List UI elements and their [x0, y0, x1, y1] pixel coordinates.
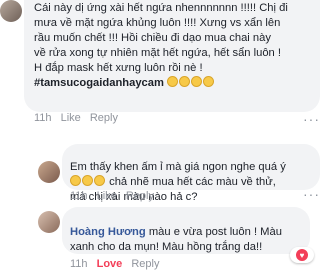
scared-emoji-icon — [94, 175, 105, 186]
comment-text: Hoàng Hương màu e vừa post luôn ! Màu xa… — [70, 225, 306, 255]
timestamp[interactable]: 11h — [70, 258, 88, 270]
comment-line: về rửa xong tự nhiên mặt hết ngứa, hết s… — [34, 47, 281, 59]
reply-button[interactable]: Reply — [131, 258, 159, 270]
like-button[interactable]: Like — [61, 112, 81, 124]
comment-text: Cái này dị ứng xài hết ngứa nhennnnnnn !… — [34, 1, 316, 91]
hashtag-line: #tamsucogaidanhaycam — [34, 76, 316, 91]
avatar[interactable] — [0, 0, 22, 22]
scared-emoji-icon — [70, 175, 81, 186]
grinning-emoji-icon — [167, 76, 179, 87]
comment-line-with-emoji: chả nhẽ mua hết các màu về thử, — [70, 175, 316, 190]
reply-button[interactable]: Reply — [90, 112, 118, 124]
comment-actions: 11h Like Reply — [70, 190, 160, 202]
comment-line: H đắp mask hết xưng luôn rồi nè ! — [34, 62, 203, 74]
comment-line: rầu muốn chết !!! Hồi chiều đi dạo mua c… — [34, 32, 271, 44]
comment-line: mưa về mặt ngứa khủng luôn !!!! Xưng vs … — [34, 17, 281, 29]
comment-line: màu e vừa post luôn ! Màu — [148, 226, 282, 238]
comment-actions: 11h Love Reply — [70, 258, 165, 270]
grinning-emoji-icon — [203, 76, 215, 87]
more-options-icon[interactable]: ··· — [303, 111, 320, 127]
comment-line: chả nhẽ mua hết các màu về thử, — [109, 176, 276, 188]
love-button[interactable]: Love — [97, 258, 123, 270]
comment-line-with-mention: Hoàng Hương màu e vừa post luôn ! Màu — [70, 225, 306, 240]
mention-link[interactable]: Hoàng Hương — [70, 226, 146, 238]
more-options-icon[interactable]: ··· — [303, 186, 320, 202]
comment-line: Cái này dị ứng xài hết ngứa nhennnnnnn !… — [34, 2, 288, 14]
hashtag-link[interactable]: #tamsucogaidanhaycam — [34, 77, 164, 89]
comment-line: xanh cho da mụn! Màu hồng trắng da!! — [70, 241, 263, 253]
timestamp[interactable]: 11h — [34, 112, 52, 124]
avatar[interactable] — [38, 161, 60, 183]
avatar[interactable] — [38, 211, 60, 233]
love-reaction-icon: ♥ — [296, 249, 308, 261]
comment-line: Em thấy khen ấm ỉ mà giá ngon nghe quá ý — [70, 161, 286, 173]
comment-actions: 11h Like Reply — [34, 112, 124, 124]
like-button[interactable]: Like — [97, 190, 117, 202]
scared-emoji-icon — [82, 175, 93, 186]
grinning-emoji-icon — [191, 76, 203, 87]
timestamp[interactable]: 11h — [70, 190, 88, 202]
reaction-badge[interactable]: ♥ — [290, 247, 314, 263]
reply-button[interactable]: Reply — [126, 190, 154, 202]
grinning-emoji-icon — [179, 76, 191, 87]
